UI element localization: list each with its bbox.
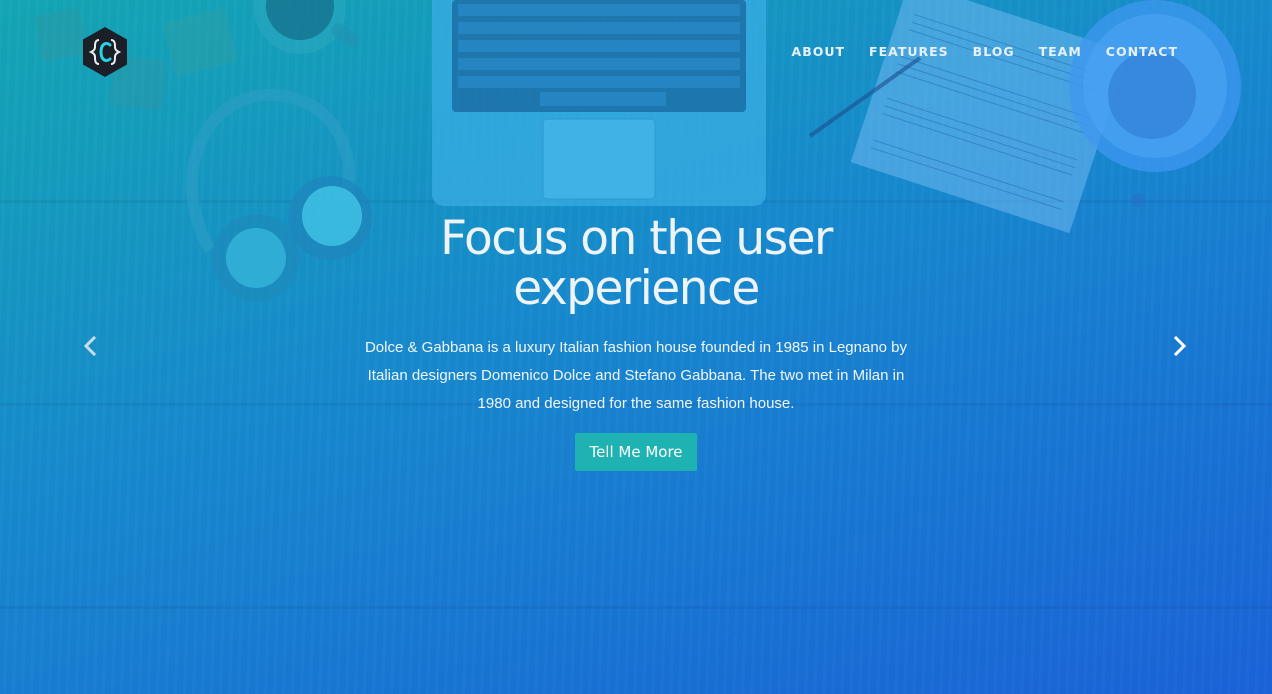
plate-cookie-image — [1069, 0, 1241, 207]
hero-content: Focus on the user experience Dolce & Gab… — [0, 214, 1272, 471]
hero-title: Focus on the user experience — [440, 211, 833, 316]
nav-item-blog[interactable]: BLOG — [973, 44, 1015, 59]
letter-blocks-image — [34, 7, 237, 111]
laptop-image — [432, 0, 766, 206]
main-nav: ABOUT FEATURES BLOG TEAM CONTACT — [792, 44, 1178, 59]
hero-section: ABOUT FEATURES BLOG TEAM CONTACT Focus o… — [0, 0, 1272, 694]
tell-me-more-button[interactable]: Tell Me More — [575, 433, 697, 471]
nav-item-contact[interactable]: CONTACT — [1106, 44, 1178, 59]
nav-item-features[interactable]: FEATURES — [869, 44, 949, 59]
coffee-cup-image — [254, 0, 359, 54]
nav-item-about[interactable]: ABOUT — [792, 44, 846, 59]
hero-description: Dolce & Gabbana is a luxury Italian fash… — [364, 339, 908, 412]
hexagon-code-bracket-logo-icon — [83, 27, 127, 77]
nav-item-team[interactable]: TEAM — [1039, 44, 1082, 59]
site-logo[interactable] — [82, 26, 128, 78]
